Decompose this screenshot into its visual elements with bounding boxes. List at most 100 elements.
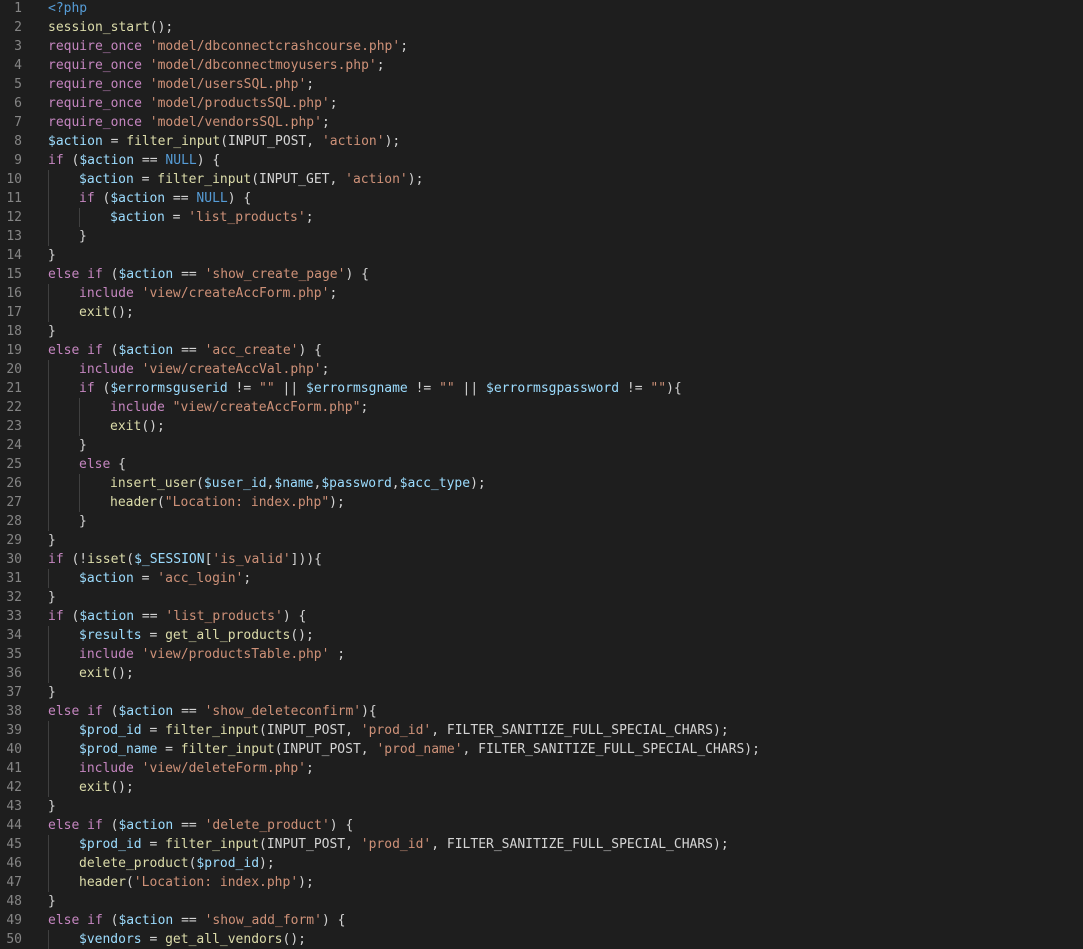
code-line[interactable]: 39 $prod_id = filter_input(INPUT_POST, 'p… — [0, 721, 1083, 740]
code-line[interactable]: 10 $action = filter_input(INPUT_GET, 'act… — [0, 170, 1083, 189]
code-line[interactable]: 4 require_once 'model/dbconnectmoyusers.p… — [0, 56, 1083, 75]
code-line[interactable]: 49 else if ($action == 'show_add_form') { — [0, 911, 1083, 930]
code-text: else if ($action == 'show_add_form') { — [48, 911, 345, 930]
code-line[interactable]: 15 else if ($action == 'show_create_page'… — [0, 265, 1083, 284]
token-default: ; — [329, 647, 346, 662]
code-line[interactable]: 2 session_start(); — [0, 18, 1083, 37]
code-line[interactable]: 32} — [0, 588, 1083, 607]
code-line[interactable]: 24} — [0, 436, 1083, 455]
code-line[interactable]: 35 include 'view/productsTable.php' ; — [0, 645, 1083, 664]
code-line[interactable]: 46 delete_product($prod_id); — [0, 854, 1083, 873]
code-text: delete_product($prod_id); — [79, 854, 275, 873]
code-line[interactable]: 7 require_once 'model/vendorsSQL.php'; — [0, 113, 1083, 132]
code-text: } — [79, 512, 87, 531]
code-editor[interactable]: 1 <?php 2 session_start(); 3 require_once 'mo… — [0, 0, 1083, 949]
token-keyword: require_once — [48, 96, 142, 111]
token-function: exit — [79, 305, 111, 320]
line-number: 37 — [6, 685, 22, 700]
code-line[interactable]: 11 if ($action == NULL) { — [0, 189, 1083, 208]
code-line[interactable]: 31 $action = 'acc_login'; — [0, 569, 1083, 588]
code-line[interactable]: 5 require_once 'model/usersSQL.php'; — [0, 75, 1083, 94]
code-line[interactable]: 36 exit(); — [0, 664, 1083, 683]
token-function: exit — [110, 419, 142, 434]
token-default: == — [173, 818, 205, 833]
token-default: ; — [305, 210, 314, 225]
token-keyword: require_once — [48, 39, 142, 54]
token-default: ; — [321, 115, 330, 130]
code-line[interactable]: 12 $action = 'list_products'; — [0, 208, 1083, 227]
code-text: include 'view/productsTable.php' ; — [79, 645, 345, 664]
token-tag: <?php — [48, 1, 88, 16]
code-line[interactable]: 3 require_once 'model/dbconnectcrashcours… — [0, 37, 1083, 56]
line-number: 42 — [6, 780, 22, 795]
token-default: ; — [376, 58, 385, 73]
token-default: ) { — [227, 191, 252, 206]
token-variable: $action — [118, 704, 174, 719]
token-default: ) { — [321, 913, 346, 928]
code-line[interactable]: 14} — [0, 246, 1083, 265]
token-variable: $password — [321, 476, 392, 491]
token-keyword: require_once — [48, 77, 142, 92]
token-variable: $user_id — [203, 476, 267, 491]
token-default: = — [133, 172, 158, 187]
code-line[interactable]: 25 else { — [0, 455, 1083, 474]
code-line[interactable]: 26 insert_user($user_id,$name,$password,$… — [0, 474, 1083, 493]
code-line[interactable]: 18} — [0, 322, 1083, 341]
code-line[interactable]: 20 include 'view/createAccVal.php'; — [0, 360, 1083, 379]
code-line[interactable]: 45 $prod_id = filter_input(INPUT_POST, 'p… — [0, 835, 1083, 854]
token-keyword: if — [48, 153, 64, 168]
code-line[interactable]: 8 $action = filter_input(INPUT_POST, 'act… — [0, 132, 1083, 151]
code-line[interactable]: 21 if ($errormsguserid != "" || $errormsg… — [0, 379, 1083, 398]
code-line[interactable]: 28} — [0, 512, 1083, 531]
code-line[interactable]: 42 exit(); — [0, 778, 1083, 797]
code-line[interactable]: 43} — [0, 797, 1083, 816]
indent-guide — [48, 379, 49, 398]
token-default: ; — [360, 400, 369, 415]
token-default: ( — [102, 818, 119, 833]
token-default: ; — [306, 77, 315, 92]
code-text: else if ($action == 'show_create_page') … — [48, 265, 369, 284]
code-line[interactable]: 22 include "view/createAccForm.php"; — [0, 398, 1083, 417]
token-variable: $action — [118, 343, 174, 358]
code-line[interactable]: 1 <?php — [0, 0, 1083, 18]
token-string: 'prod_id' — [360, 723, 432, 738]
code-text: $action = filter_input(INPUT_POST, 'acti… — [48, 132, 400, 151]
code-line[interactable]: 41 include 'view/deleteForm.php'; — [0, 759, 1083, 778]
token-string: 'model/vendorsSQL.php' — [149, 115, 322, 130]
code-line[interactable]: 37} — [0, 683, 1083, 702]
code-text: require_once 'model/dbconnectcrashcourse… — [48, 37, 408, 56]
token-variable: $action — [118, 818, 174, 833]
token-variable: $vendors — [79, 932, 142, 947]
code-line[interactable]: 30 if (!isset($_SESSION['is_valid'])){ — [0, 550, 1083, 569]
indent-guide — [48, 360, 49, 379]
token-variable: $prod_name — [79, 742, 158, 757]
token-keyword: include — [79, 647, 134, 662]
code-line[interactable]: 9 if ($action == NULL) { — [0, 151, 1083, 170]
code-line[interactable]: 13} — [0, 227, 1083, 246]
code-line[interactable]: 27 header("Location: index.php"); — [0, 493, 1083, 512]
code-line[interactable]: 38 else if ($action == 'show_deleteconfir… — [0, 702, 1083, 721]
code-line[interactable]: 33 if ($action == 'list_products') { — [0, 607, 1083, 626]
token-default — [79, 267, 87, 282]
code-line[interactable]: 47 header('Location: index.php'); — [0, 873, 1083, 892]
line-number: 44 — [6, 818, 22, 833]
code-line[interactable]: 44 else if ($action == 'delete_product') … — [0, 816, 1083, 835]
token-string: 'delete_product' — [204, 818, 330, 833]
code-line[interactable]: 40 $prod_name = filter_input(INPUT_POST, … — [0, 740, 1083, 759]
code-line[interactable]: 6 require_once 'model/productsSQL.php'; — [0, 94, 1083, 113]
code-line[interactable]: 19 else if ($action == 'acc_create') { — [0, 341, 1083, 360]
code-line[interactable]: 34 $results = get_all_products(); — [0, 626, 1083, 645]
code-line[interactable]: 48} — [0, 892, 1083, 911]
token-string: "Location: index.php" — [164, 495, 330, 510]
token-default: ( — [94, 191, 111, 206]
indent-guide — [48, 474, 49, 493]
code-line[interactable]: 16 include 'view/createAccForm.php'; — [0, 284, 1083, 303]
token-variable: $action — [110, 191, 166, 206]
line-number: 47 — [6, 875, 22, 890]
code-line[interactable]: 50 $vendors = get_all_vendors(); — [0, 930, 1083, 949]
code-line[interactable]: 17 exit(); — [0, 303, 1083, 322]
code-text: require_once 'model/usersSQL.php'; — [48, 75, 314, 94]
token-string: "view/createAccForm.php" — [172, 400, 361, 415]
code-line[interactable]: 23 exit(); — [0, 417, 1083, 436]
code-line[interactable]: 29} — [0, 531, 1083, 550]
